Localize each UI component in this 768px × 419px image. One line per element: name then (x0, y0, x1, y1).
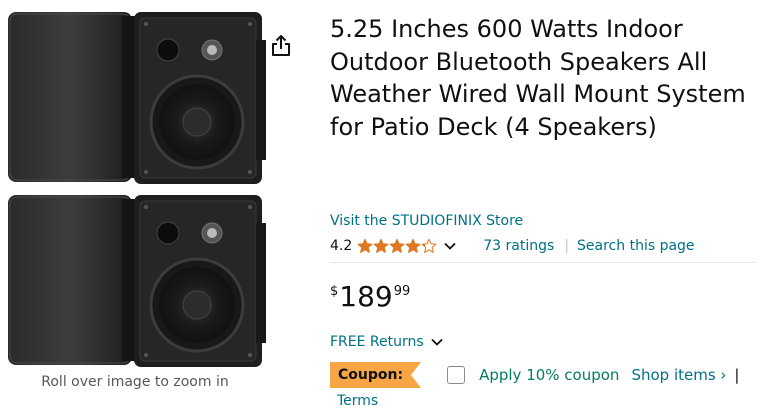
star-icon (373, 238, 389, 253)
star-icon (357, 238, 373, 253)
chevron-down-icon[interactable] (443, 239, 457, 253)
star-rating[interactable] (357, 238, 437, 254)
coupon-separator: | (734, 366, 740, 384)
price-fraction: 99 (393, 284, 411, 299)
chevron-down-icon (431, 338, 443, 346)
search-this-page-link[interactable]: Search this page (577, 236, 695, 256)
coupon-terms-link[interactable]: Terms (337, 391, 378, 411)
price: $ 189 99 (330, 280, 410, 314)
coupon-row: Coupon: Apply 10% coupon Shop items › | (330, 362, 768, 388)
product-image-gallery[interactable]: Roll over image to zoom in (0, 0, 270, 419)
apply-coupon-label[interactable]: Apply 10% coupon (479, 365, 619, 385)
free-returns-label: FREE Returns (330, 334, 424, 350)
product-title: 5.25 Inches 600 Watts Indoor Outdoor Blu… (330, 15, 746, 141)
store-link[interactable]: Visit the STUDIOFINIX Store (330, 211, 523, 231)
divider (330, 262, 756, 263)
apply-coupon-checkbox[interactable] (447, 366, 466, 384)
rating-separator: | (564, 238, 570, 254)
share-icon[interactable] (270, 34, 292, 58)
zoom-hint-text: Roll over image to zoom in (41, 374, 229, 390)
star-icon (405, 238, 421, 253)
speaker-pair-image-top[interactable] (0, 10, 270, 188)
speaker-pair-image-bottom[interactable] (0, 193, 270, 371)
free-returns-link[interactable]: FREE Returns (330, 332, 444, 352)
price-currency-symbol: $ (330, 284, 339, 299)
star-icon (389, 238, 405, 253)
rating-row: 4.2 73 ratings | Search this page (330, 234, 742, 258)
star-icon (421, 238, 437, 253)
rating-value: 4.2 (330, 238, 353, 254)
ratings-count-link[interactable]: 73 ratings (483, 236, 554, 256)
price-whole: 189 (339, 280, 393, 313)
shop-items-link[interactable]: Shop items › (631, 365, 726, 385)
coupon-badge: Coupon: (330, 362, 422, 388)
